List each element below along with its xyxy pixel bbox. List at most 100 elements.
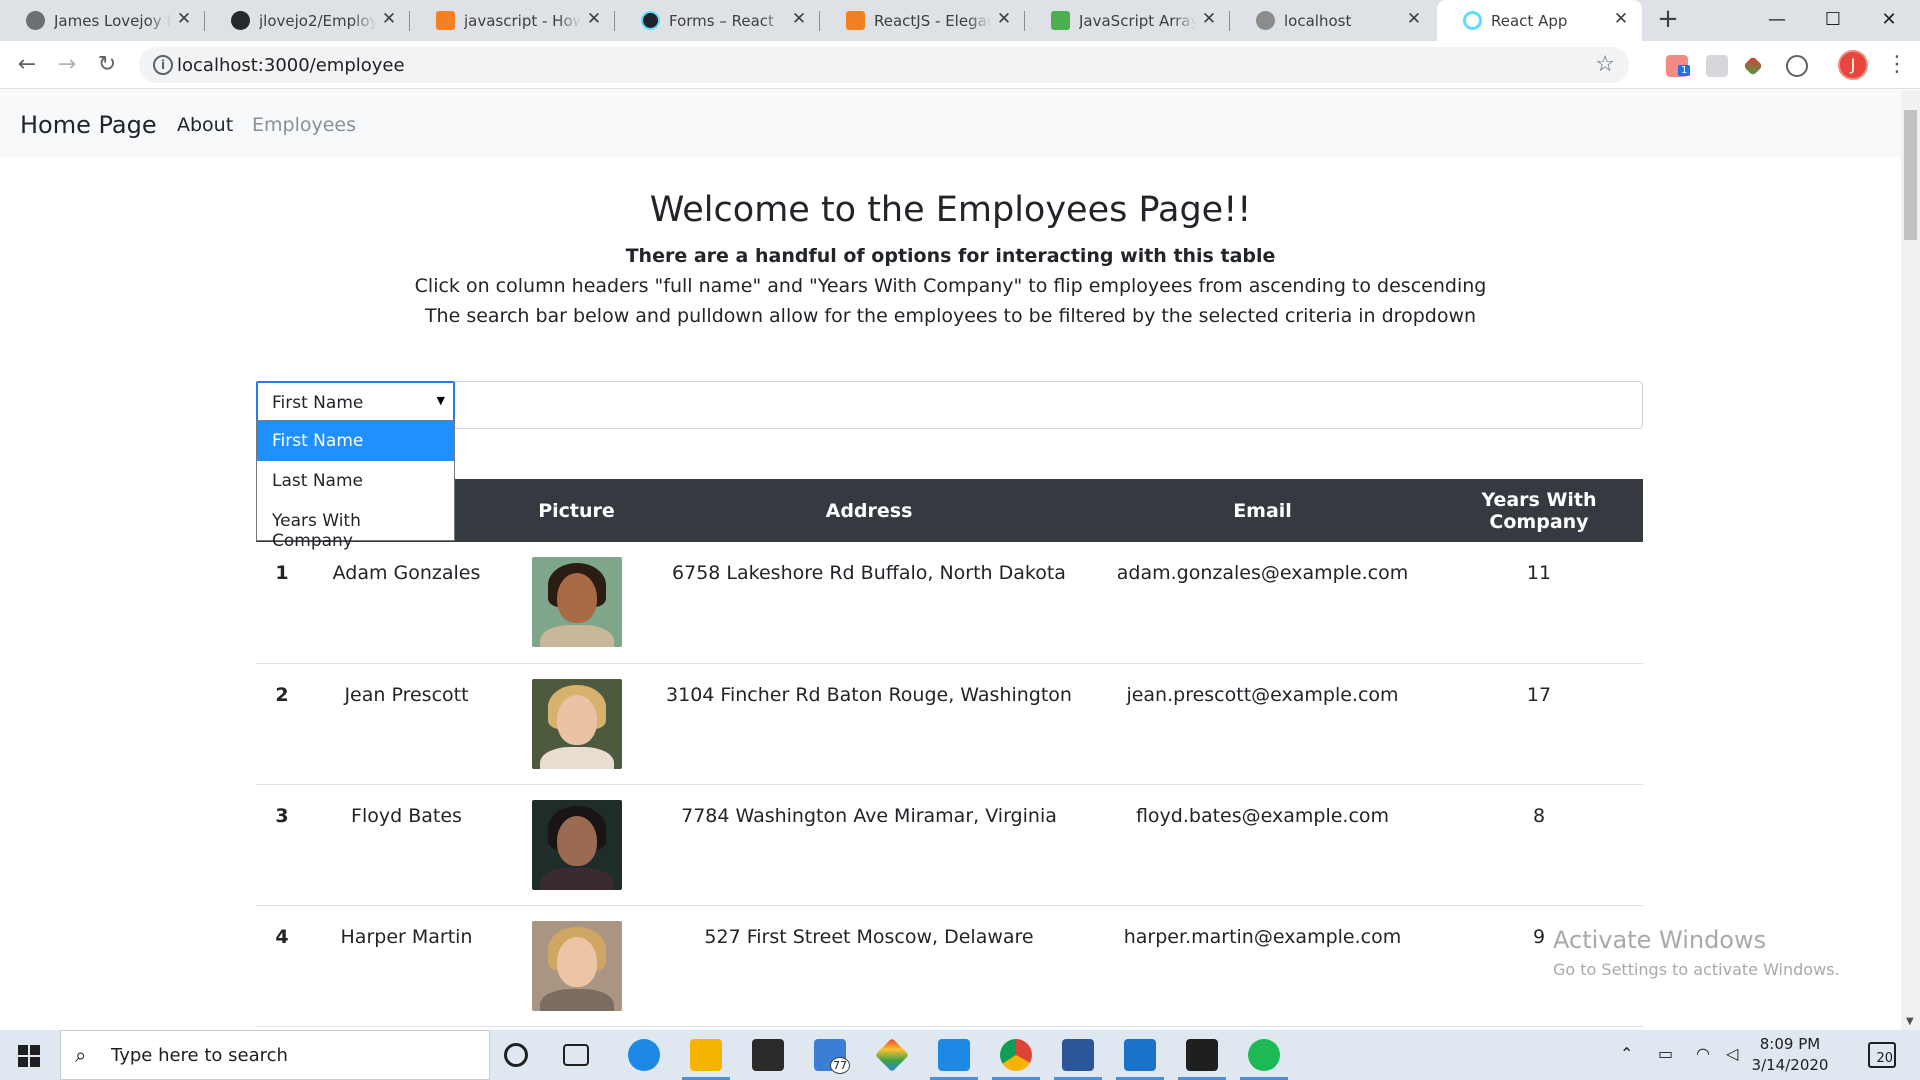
mail-icon[interactable]: 77 — [814, 1039, 850, 1074]
word-icon[interactable] — [1054, 1039, 1102, 1080]
close-icon[interactable]: ✕ — [790, 10, 808, 28]
file-explorer-icon[interactable] — [682, 1039, 730, 1080]
extension-badge: 1 — [1678, 65, 1691, 76]
maximize-button[interactable]: ☐ — [1810, 4, 1856, 36]
caret-down-icon: ▼ — [436, 394, 445, 407]
instruction-line: Click on column headers "full name" and … — [414, 275, 1487, 297]
table-row: 2 Jean Prescott 3104 Fincher Rd Baton Ro… — [256, 663, 1643, 784]
window-close-button[interactable]: ✕ — [1866, 4, 1912, 36]
employee-email: floyd.bates@example.com — [1135, 804, 1390, 827]
search-input[interactable] — [454, 381, 1643, 429]
dropdown-option[interactable]: First Name — [257, 421, 454, 461]
profile-avatar[interactable]: J — [1838, 50, 1868, 80]
info-icon[interactable]: i — [153, 55, 173, 75]
employee-photo — [531, 678, 622, 769]
scrollbar-thumb[interactable] — [1904, 110, 1917, 240]
internet-explorer-icon[interactable] — [628, 1039, 660, 1071]
table-row: 3 Floyd Bates 7784 Washington Ave Mirama… — [256, 784, 1643, 905]
notification-center-icon[interactable]: 20 — [1868, 1042, 1896, 1068]
column-header-picture: Picture — [538, 499, 615, 522]
menu-kebab-icon[interactable]: ⋮ — [1886, 52, 1908, 77]
tab-title: javascript - How to — [464, 12, 581, 30]
minimize-button[interactable]: — — [1754, 4, 1800, 36]
browser-tab[interactable]: JavaScript Array so ✕ — [1025, 0, 1230, 41]
instruction-line: The search bar below and pulldown allow … — [424, 305, 1477, 327]
app-icon[interactable] — [875, 1038, 909, 1072]
browser-tab[interactable]: ReactJS - Elegant w ✕ — [820, 0, 1025, 41]
extension-icon[interactable]: 1 — [1666, 55, 1691, 77]
employee-photo-cell — [505, 663, 648, 784]
forward-arrow-icon[interactable]: → — [53, 51, 81, 79]
extension-icon[interactable] — [1706, 55, 1728, 77]
navbar-brand[interactable]: Home Page — [20, 111, 157, 139]
employee-table: Picture Address Email Years With Company… — [256, 479, 1643, 1027]
browser-tab[interactable]: Forms – React ✕ — [615, 0, 820, 41]
employee-years: 8 — [1532, 804, 1546, 827]
dropdown-option[interactable]: Years With Company — [257, 501, 454, 551]
system-clock[interactable]: 8:09 PM 3/14/2020 — [1740, 1034, 1840, 1076]
browser-tab[interactable]: localhost ✕ — [1230, 0, 1435, 41]
close-icon[interactable]: ✕ — [175, 10, 193, 28]
windows-start-icon[interactable] — [18, 1045, 40, 1067]
terminal-icon[interactable] — [1178, 1039, 1226, 1080]
chevron-up-icon[interactable]: ⌃ — [1620, 1044, 1633, 1063]
close-icon[interactable]: ✕ — [585, 10, 603, 28]
browser-tab-active[interactable]: React App ✕ — [1437, 0, 1642, 41]
column-header-years[interactable]: Years With Company — [1435, 479, 1643, 542]
back-arrow-icon[interactable]: ← — [13, 51, 41, 79]
vscode-icon[interactable] — [930, 1039, 978, 1080]
browser-tab[interactable]: James Lovejoy Pro ✕ — [0, 0, 205, 41]
extension-icon[interactable] — [1786, 55, 1808, 77]
github-icon — [231, 11, 250, 30]
new-tab-button[interactable]: + — [1654, 6, 1682, 34]
search-icon: ⌕ — [75, 1043, 87, 1067]
row-number: 3 — [275, 804, 289, 827]
employee-photo — [531, 920, 622, 1011]
cortana-icon[interactable] — [504, 1043, 528, 1067]
chrome-icon[interactable] — [992, 1039, 1040, 1080]
address-bar[interactable]: i localhost:3000/employee ☆ — [139, 47, 1629, 83]
browser-tab[interactable]: jlovejo2/Employee ✕ — [205, 0, 410, 41]
spotify-icon[interactable] — [1240, 1039, 1288, 1080]
nav-link-about[interactable]: About — [177, 114, 233, 136]
close-icon[interactable]: ✕ — [380, 10, 398, 28]
extension-icon[interactable] — [1743, 56, 1763, 76]
table-row: 4 Harper Martin 527 First Street Moscow,… — [256, 905, 1643, 1026]
taskbar-search-box[interactable]: ⌕ Type here to search — [60, 1030, 490, 1080]
tab-title: James Lovejoy Pro — [54, 12, 171, 30]
task-view-icon[interactable] — [563, 1044, 589, 1066]
close-icon[interactable]: ✕ — [1612, 10, 1630, 28]
nav-link-employees[interactable]: Employees — [252, 114, 356, 136]
scroll-down-arrow-icon[interactable]: ▼ — [1906, 1016, 1914, 1027]
bookmark-star-icon[interactable]: ☆ — [1595, 52, 1615, 77]
activate-windows-watermark: Activate Windows Go to Settings to activ… — [1553, 926, 1840, 979]
close-icon[interactable]: ✕ — [995, 10, 1013, 28]
tab-title: JavaScript Array so — [1079, 12, 1196, 30]
store-icon[interactable] — [752, 1039, 784, 1071]
browser-tab[interactable]: javascript - How to ✕ — [410, 0, 615, 41]
employee-name: Adam Gonzales — [332, 562, 481, 584]
browser-tab-strip: James Lovejoy Pro ✕ jlovejo2/Employee ✕ … — [0, 0, 1920, 41]
browser-toolbar: ← → ↻ i localhost:3000/employee ☆ 1 J ⋮ — [0, 41, 1920, 89]
employee-photo — [531, 557, 622, 647]
clock-date: 3/14/2020 — [1751, 1056, 1829, 1074]
wifi-icon[interactable]: ◠ — [1696, 1044, 1710, 1063]
close-icon[interactable]: ✕ — [1200, 10, 1218, 28]
table-row: 1 Adam Gonzales 6758 Lakeshore Rd Buffal… — [256, 542, 1643, 663]
app-icon[interactable] — [1116, 1039, 1164, 1080]
reload-icon[interactable]: ↻ — [93, 51, 121, 79]
page-scrollbar[interactable]: ▼ — [1901, 90, 1920, 1030]
page-viewport: Home Page About Employees Welcome to the… — [0, 90, 1920, 1030]
volume-icon[interactable]: ◁ — [1726, 1044, 1738, 1063]
row-number: 2 — [275, 683, 289, 706]
tab-title: Forms – React — [669, 12, 774, 30]
tab-title: localhost — [1284, 12, 1352, 30]
url-text[interactable]: localhost:3000/employee — [177, 55, 405, 76]
mail-badge: 77 — [830, 1057, 850, 1074]
close-icon[interactable]: ✕ — [1405, 10, 1423, 28]
dropdown-option[interactable]: Last Name — [257, 461, 454, 501]
filter-select[interactable]: First Name ▼ — [256, 381, 455, 423]
employee-address: 6758 Lakeshore Rd Buffalo, North Dakota — [672, 562, 1066, 584]
employee-photo-cell — [505, 542, 648, 663]
battery-icon[interactable]: ▭ — [1658, 1044, 1673, 1063]
